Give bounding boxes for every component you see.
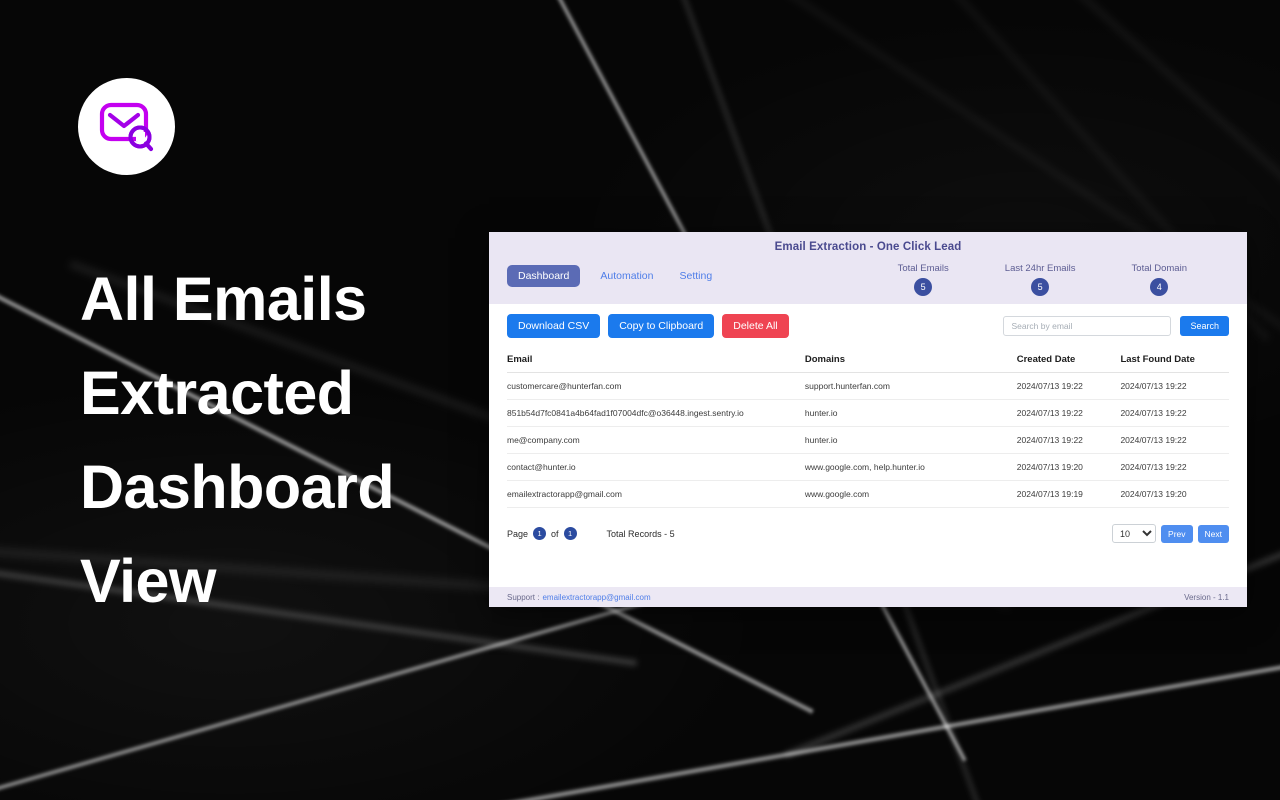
support-email-link[interactable]: emailextractorapp@gmail.com [542,593,650,602]
cell-domains: hunter.io [804,426,1017,454]
stat-value-badge: 4 [1150,278,1169,296]
cell-domains: www.google.com, help.hunter.io [804,453,1017,481]
delete-all-button[interactable]: Delete All [722,314,789,338]
search-button[interactable]: Search [1180,316,1229,336]
cell-created: 2024/07/13 19:22 [1016,372,1121,400]
header-row: Dashboard Automation Setting Total Email… [489,263,1247,296]
tab-dashboard[interactable]: Dashboard [507,265,581,287]
table-row[interactable]: me@company.com hunter.io 2024/07/13 19:2… [507,426,1229,454]
app-title: Email Extraction - One Click Lead [774,241,962,253]
cell-last-found: 2024/07/13 19:22 [1120,453,1229,481]
cell-last-found: 2024/07/13 19:22 [1120,372,1229,400]
pagination-bar: Page 1 of 1 Total Records - 5 10 25 50 1… [507,508,1229,543]
cell-domains: www.google.com [804,480,1017,508]
stat-label: Total Domain [1131,263,1187,274]
page-size-select[interactable]: 10 25 50 100 [1112,524,1157,543]
hero-headline: All Emails Extracted Dashboard View [80,265,395,615]
next-page-button[interactable]: Next [1197,524,1229,543]
screenshot-root: All Emails Extracted Dashboard View Emai… [0,0,1280,800]
stat-label: Total Emails [897,263,949,274]
download-csv-button[interactable]: Download CSV [507,314,601,338]
cell-last-found: 2024/07/13 19:20 [1120,480,1229,508]
search-input[interactable] [1003,316,1172,336]
table-body: customercare@hunterfan.com support.hunte… [507,372,1229,508]
pagination-controls: 10 25 50 100 Prev Next [1112,524,1229,543]
app-logo-badge [78,78,175,175]
column-header-domains: Domains [804,348,1017,373]
page-prefix-label: Page [507,528,529,539]
cell-last-found: 2024/07/13 19:22 [1120,399,1229,427]
total-records-label: Total Records - 5 [606,528,675,539]
stat-total-domain: Total Domain 4 [1132,263,1187,296]
toolbar: Download CSV Copy to Clipboard Delete Al… [507,314,1229,348]
support-label: Support : [507,592,540,602]
table-row[interactable]: contact@hunter.io www.google.com, help.h… [507,453,1229,481]
total-pages-badge: 1 [563,527,577,540]
stat-value-badge: 5 [914,278,933,296]
cell-email: contact@hunter.io [507,453,805,481]
cell-created: 2024/07/13 19:22 [1016,426,1121,454]
cell-domains: support.hunterfan.com [804,372,1017,400]
envelope-search-icon [99,102,153,151]
cell-last-found: 2024/07/13 19:22 [1120,426,1229,454]
tab-automation[interactable]: Automation [594,266,659,286]
stat-total-emails: Total Emails 5 [898,263,949,296]
stat-value-badge: 5 [1031,278,1050,296]
table-row[interactable]: emailextractorapp@gmail.com www.google.c… [507,480,1229,508]
table-head: Email Domains Created Date Last Found Da… [507,348,1229,373]
emails-table: Email Domains Created Date Last Found Da… [507,348,1229,508]
cell-email: 851b54d7fc0841a4b64fad1f07004dfc@o36448.… [507,399,805,427]
cell-email: customercare@hunterfan.com [507,372,805,400]
cell-email: me@company.com [507,426,805,454]
version-label: Version - 1.1 [1184,592,1229,602]
nav-tabs: Dashboard Automation Setting [507,263,718,287]
app-body: Download CSV Copy to Clipboard Delete Al… [489,304,1247,587]
page-of-label: of [551,528,559,539]
table-row[interactable]: customercare@hunterfan.com support.hunte… [507,372,1229,400]
stat-label: Last 24hr Emails [1004,263,1076,274]
column-header-created: Created Date [1016,348,1121,373]
table-header-row: Email Domains Created Date Last Found Da… [507,348,1229,373]
cell-created: 2024/07/13 19:22 [1016,399,1121,427]
prev-page-button[interactable]: Prev [1161,524,1193,543]
current-page-badge: 1 [533,527,547,540]
cell-created: 2024/07/13 19:19 [1016,480,1121,508]
table-row[interactable]: 851b54d7fc0841a4b64fad1f07004dfc@o36448.… [507,399,1229,427]
column-header-last-found: Last Found Date [1120,348,1229,373]
tab-setting[interactable]: Setting [674,266,719,286]
app-header: Email Extraction - One Click Lead Dashbo… [489,232,1247,304]
cell-email: emailextractorapp@gmail.com [507,480,805,508]
stats-group: Total Emails 5 Last 24hr Emails 5 Total … [898,263,1229,296]
cell-created: 2024/07/13 19:20 [1016,453,1121,481]
cell-domains: hunter.io [804,399,1017,427]
stat-last-24hr-emails: Last 24hr Emails 5 [1005,263,1076,296]
page-indicator: Page 1 of 1 [507,527,577,540]
search-group: Search [1003,316,1229,336]
copy-to-clipboard-button[interactable]: Copy to Clipboard [608,314,715,338]
app-window: Email Extraction - One Click Lead Dashbo… [489,232,1247,607]
app-footer: Support : emailextractorapp@gmail.com Ve… [489,587,1247,607]
column-header-email: Email [507,348,805,373]
